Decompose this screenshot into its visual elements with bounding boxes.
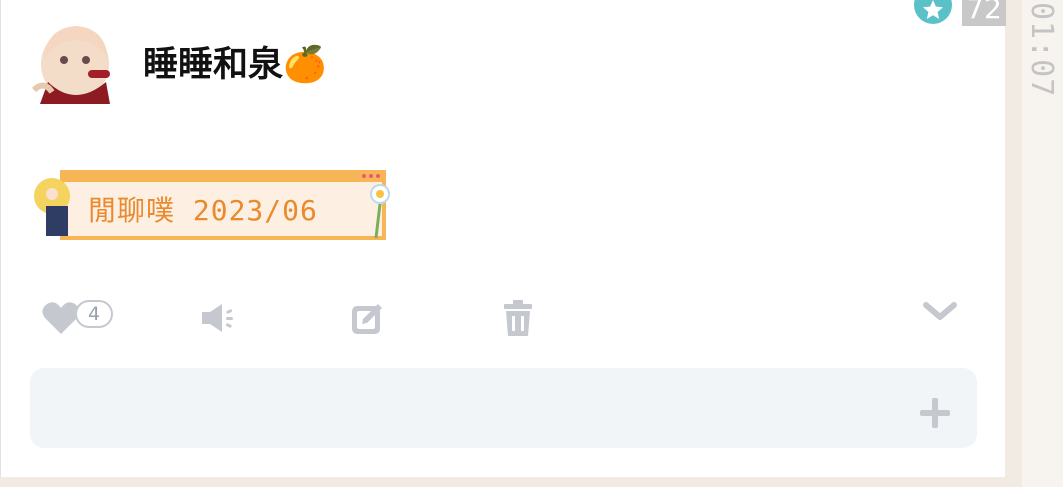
plus-icon[interactable]: [914, 392, 956, 434]
like-count: 4: [75, 300, 113, 328]
response-input[interactable]: [30, 368, 977, 448]
username[interactable]: 睡睡和泉🍊: [143, 40, 327, 90]
chevron-down-icon: [923, 302, 957, 320]
edit-icon: [352, 304, 382, 334]
edit-button[interactable]: [344, 294, 392, 342]
avatar[interactable]: [30, 20, 120, 104]
replurk-button[interactable]: [190, 296, 242, 340]
trash-icon: [504, 300, 532, 336]
delete-button[interactable]: [494, 294, 542, 342]
expand-button[interactable]: [916, 292, 964, 332]
sticker-text: 閒聊噗 2023/06: [88, 194, 318, 227]
post-time: 01:07: [1024, 2, 1059, 98]
response-count-badge: 72: [962, 0, 1006, 26]
speaker-icon: [202, 304, 233, 332]
